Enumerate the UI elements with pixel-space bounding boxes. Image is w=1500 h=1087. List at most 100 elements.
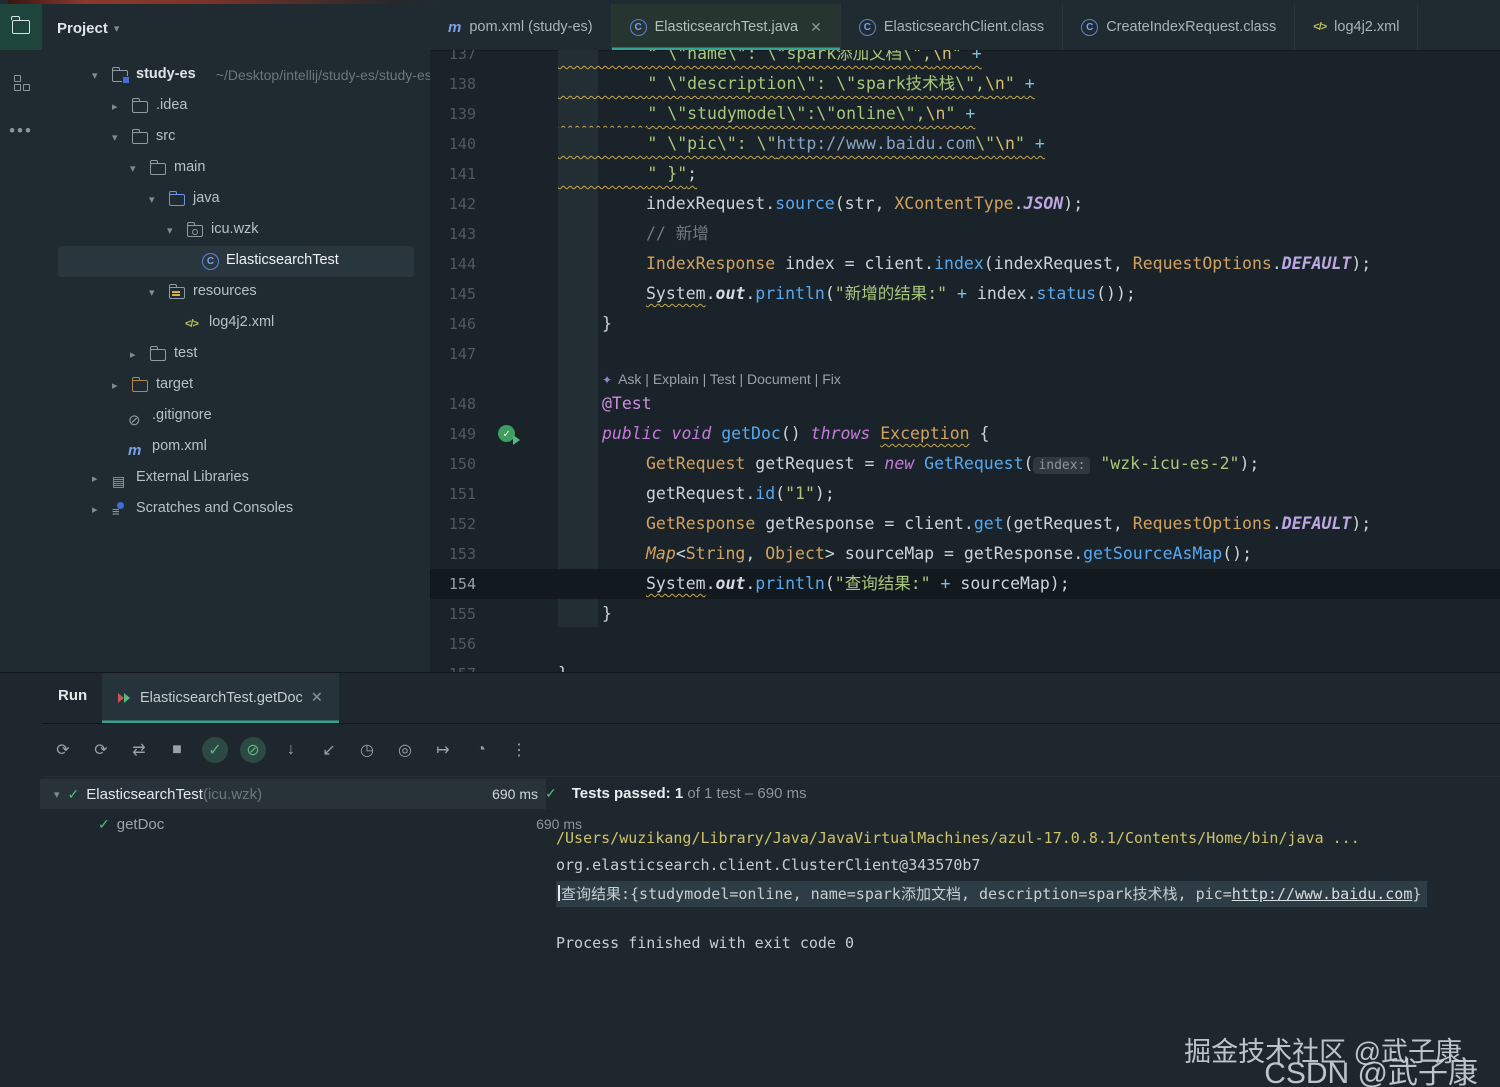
chevron-down-icon[interactable]: ▾ <box>92 69 98 82</box>
tree-item-main[interactable]: ▾main <box>42 153 430 184</box>
tree-item-log4j2-xml[interactable]: </>log4j2.xml <box>42 308 430 339</box>
show-passed-icon[interactable]: ✓ <box>202 737 228 763</box>
code-line-137[interactable]: 137 " \"name\": \"spark添加文档\",\n" + <box>430 50 1500 69</box>
code-line-145[interactable]: 145System.out.println("新增的结果:" + index.s… <box>430 279 1500 309</box>
code-line-144[interactable]: 144IndexResponse index = client.index(in… <box>430 249 1500 279</box>
ai-actions-hint[interactable]: ✦Ask | Explain | Test | Document | Fix <box>430 369 1500 389</box>
tree-item--gitignore[interactable]: ⊘.gitignore <box>42 401 430 432</box>
show-ignored-icon[interactable]: ⊘ <box>240 737 266 763</box>
code-line-138[interactable]: 138 " \"description\": \"spark技术栈\",\n" … <box>430 69 1500 99</box>
editor-tab-elasticsearchclient-class[interactable]: CElasticsearchClient.class <box>841 4 1063 50</box>
test-history-icon[interactable]: ◷ <box>354 737 380 763</box>
line-number[interactable]: 137 <box>430 50 476 69</box>
chevron-right-icon[interactable]: ▸ <box>130 348 136 361</box>
screenshot-icon[interactable]: ◎ <box>392 737 418 763</box>
tree-item--idea[interactable]: ▸.idea <box>42 91 430 122</box>
sort-by-duration-icon[interactable]: ↓ <box>278 737 304 763</box>
chevron-down-icon[interactable]: ▾ <box>112 131 118 144</box>
structure-tool-button[interactable] <box>0 60 42 106</box>
rerun-icon[interactable]: ⟳ <box>50 737 76 763</box>
code-line-141[interactable]: 141 " }"; <box>430 159 1500 189</box>
line-number[interactable]: 142 <box>430 189 476 219</box>
code-line-154[interactable]: 154System.out.println("查询结果:" + sourceMa… <box>430 569 1500 599</box>
chevron-right-icon[interactable]: ▸ <box>92 472 98 485</box>
code-line-149[interactable]: 149✓public void getDoc() throws Exceptio… <box>430 419 1500 449</box>
editor-tab-pom-xml-study-es-[interactable]: mpom.xml (study-es) <box>430 4 612 50</box>
editor[interactable]: mpom.xml (study-es)CElasticsearchTest.ja… <box>430 4 1500 672</box>
close-icon[interactable]: ✕ <box>810 19 822 36</box>
code-line-155[interactable]: 155} <box>430 599 1500 629</box>
line-number[interactable]: 153 <box>430 539 476 569</box>
more-tools-button[interactable]: ••• <box>0 108 42 154</box>
code-line-152[interactable]: 152GetResponse getResponse = client.get(… <box>430 509 1500 539</box>
tree-item-java[interactable]: ▾java <box>42 184 430 215</box>
baidu-link[interactable]: http://www.baidu.com <box>1232 885 1413 903</box>
chevron-down-icon[interactable]: ▾ <box>130 162 136 175</box>
editor-tab-createindexrequest-class[interactable]: CCreateIndexRequest.class <box>1063 4 1295 50</box>
editor-tab-log4j2-xml[interactable]: </>log4j2.xml <box>1295 4 1418 50</box>
chevron-down-icon[interactable]: ▾ <box>149 286 155 299</box>
code-line-143[interactable]: 143// 新增 <box>430 219 1500 249</box>
tree-item-elasticsearchtest[interactable]: CElasticsearchTest <box>42 246 430 277</box>
chevron-down-icon[interactable]: ▾ <box>54 788 60 801</box>
code-line-142[interactable]: 142indexRequest.source(str, XContentType… <box>430 189 1500 219</box>
line-number[interactable]: 156 <box>430 629 476 659</box>
code-line-147[interactable]: 147 <box>430 339 1500 369</box>
tree-item-external-libraries[interactable]: ▸▤External Libraries <box>42 463 430 494</box>
tree-item-test[interactable]: ▸test <box>42 339 430 370</box>
line-number[interactable]: 146 <box>430 309 476 339</box>
line-number[interactable]: 152 <box>430 509 476 539</box>
line-number[interactable]: 157 <box>430 659 476 672</box>
code-line-139[interactable]: 139 " \"studymodel\":\"online\",\n" + <box>430 99 1500 129</box>
tree-item-pom-xml[interactable]: mpom.xml <box>42 432 430 463</box>
code-editor[interactable]: 137 " \"name\": \"spark添加文档\",\n" +138 "… <box>430 50 1500 672</box>
line-number[interactable]: 149 <box>430 419 476 449</box>
line-number[interactable]: 140 <box>430 129 476 159</box>
auto-retest-icon[interactable]: ⇄ <box>126 737 152 763</box>
line-number[interactable]: 144 <box>430 249 476 279</box>
editor-tab-elasticsearchtest-java[interactable]: CElasticsearchTest.java✕ <box>612 4 841 50</box>
project-panel-header[interactable]: Project ▾ <box>57 14 119 42</box>
line-number[interactable]: 143 <box>430 219 476 249</box>
chevron-right-icon[interactable]: ▸ <box>92 503 98 516</box>
line-number[interactable]: 148 <box>430 389 476 419</box>
code-line-148[interactable]: 148@Test <box>430 389 1500 419</box>
line-number[interactable]: 154 <box>430 569 476 599</box>
line-number[interactable]: 145 <box>430 279 476 309</box>
tree-item-study-es[interactable]: ▾study-es~/Desktop/intellij/study-es/stu… <box>42 60 430 91</box>
code-line-146[interactable]: 146} <box>430 309 1500 339</box>
code-line-156[interactable]: 156 <box>430 629 1500 659</box>
export-results-icon[interactable]: ↦ <box>430 737 456 763</box>
line-number[interactable]: 150 <box>430 449 476 479</box>
code-line-153[interactable]: 153Map<String, Object> sourceMap = getRe… <box>430 539 1500 569</box>
tree-item-scratches-and-consoles[interactable]: ▸≡Scratches and Consoles <box>42 494 430 525</box>
code-line-140[interactable]: 140 " \"pic\": \"http://www.baidu.com\"\… <box>430 129 1500 159</box>
chevron-down-icon[interactable]: ▾ <box>149 193 155 206</box>
close-icon[interactable]: ✕ <box>311 690 323 706</box>
tree-item-resources[interactable]: ▾resources <box>42 277 430 308</box>
coverage-icon[interactable]: ◔ <box>468 737 494 763</box>
line-number[interactable]: 155 <box>430 599 476 629</box>
project-tool-button[interactable] <box>0 4 42 50</box>
chevron-down-icon[interactable]: ▾ <box>167 224 173 237</box>
test-passed-run-icon[interactable]: ✓ <box>498 425 515 442</box>
rerun-failed-icon[interactable]: ⟳ <box>88 737 114 763</box>
tree-item-icu-wzk[interactable]: ▾icu.wzk <box>42 215 430 246</box>
collapse-all-icon[interactable]: ↙ <box>316 737 342 763</box>
code-line-151[interactable]: 151getRequest.id("1"); <box>430 479 1500 509</box>
line-number[interactable]: 147 <box>430 339 476 369</box>
chevron-right-icon[interactable]: ▸ <box>112 379 118 392</box>
line-number[interactable]: 141 <box>430 159 476 189</box>
run-config-tab[interactable]: ElasticsearchTest.getDoc ✕ <box>102 673 339 723</box>
test-row-elasticsearchtest[interactable]: ▾✓ElasticsearchTest (icu.wzk)690 ms <box>40 779 546 809</box>
line-number[interactable]: 139 <box>430 99 476 129</box>
line-number[interactable]: 151 <box>430 479 476 509</box>
stop-icon[interactable]: ■ <box>164 737 190 763</box>
code-line-150[interactable]: 150GetRequest getRequest = new GetReques… <box>430 449 1500 479</box>
tree-item-src[interactable]: ▾src <box>42 122 430 153</box>
more-options-icon[interactable]: ⋮ <box>506 737 532 763</box>
code-line-157[interactable]: 157} <box>430 659 1500 672</box>
chevron-right-icon[interactable]: ▸ <box>112 100 118 113</box>
tree-item-target[interactable]: ▸target <box>42 370 430 401</box>
test-row-getdoc[interactable]: ✓getDoc690 ms <box>40 809 590 839</box>
